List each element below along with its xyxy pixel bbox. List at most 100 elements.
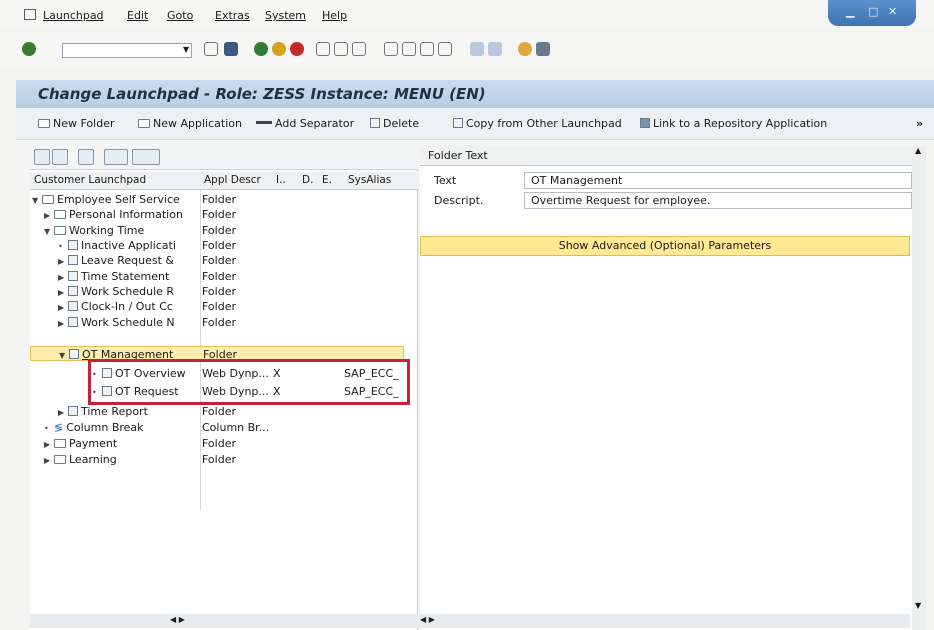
text-row: Text OT Management [420,172,914,190]
scroll-left-icon[interactable]: ◀ ▶ [170,615,185,624]
column-header-i: I.. [276,174,286,186]
tree-row[interactable]: ▶ Work Schedule R Folder [30,284,418,299]
column-break-icon: ≶ [54,421,64,434]
text-label: Text [434,174,457,187]
exit-icon[interactable] [272,42,286,56]
collapsed-arrow-icon[interactable]: ▶ [58,288,68,297]
new-application-button[interactable]: New Application [138,117,242,130]
link-icon [640,118,650,128]
folder-icon [54,439,66,448]
tree-row[interactable]: ▶ Clock-In / Out Cc Folder [30,299,418,314]
horizontal-scrollbar[interactable]: ◀ ▶ ◀ ▶ [30,614,910,628]
print-icon[interactable] [316,42,330,56]
more-button[interactable]: » [916,117,923,130]
expand-all-icon[interactable] [34,149,50,165]
folder-text-header: Folder Text [420,146,914,166]
tree-row[interactable]: ▼ Employee Self Service Folder [30,192,418,207]
tree-row[interactable]: • Inactive Applicati Folder [30,238,418,253]
find-icon[interactable] [334,42,348,56]
last-page-icon[interactable] [438,42,452,56]
new-folder-button[interactable]: New Folder [38,117,114,130]
back-icon[interactable] [254,42,268,56]
collapsed-arrow-icon[interactable]: ▶ [58,257,68,266]
tree-row[interactable]: • ≶ Column Break Column Br... [30,420,418,435]
maximize-icon[interactable]: □ [868,5,878,18]
back-arrow-icon[interactable] [204,42,218,56]
collapsed-arrow-icon[interactable]: ▶ [44,440,54,449]
copy-from-other-launchpad-button[interactable]: Copy from Other Launchpad [453,117,622,130]
descript-label: Descript. [434,194,484,207]
text-field[interactable]: OT Management [524,172,912,189]
collapsed-arrow-icon[interactable]: ▶ [58,303,68,312]
launchpad-menu-icon[interactable] [24,9,36,20]
new-folder-icon [38,119,50,128]
enter-icon[interactable] [22,42,36,56]
scroll-down-icon[interactable]: ▼ [915,601,921,610]
find-tree-icon[interactable] [78,149,94,165]
tree-row[interactable]: ▶ Time Statement Folder [30,269,418,284]
collapse-all-icon[interactable] [52,149,68,165]
print-tree-icon[interactable] [104,149,128,165]
cancel-icon[interactable] [290,42,304,56]
tree-row[interactable]: ▶ Personal Information Folder [30,207,418,222]
document-icon [68,255,78,265]
first-page-icon[interactable] [384,42,398,56]
folder-icon [54,210,66,219]
scroll-right-icon[interactable]: ◀ ▶ [420,615,435,624]
document-icon [68,286,78,296]
collapsed-arrow-icon[interactable]: ▶ [58,319,68,328]
collapsed-arrow-icon[interactable]: ▶ [58,273,68,282]
save-icon[interactable] [224,42,238,56]
close-icon[interactable]: ✕ [888,5,897,18]
shortcut-icon[interactable] [488,42,502,56]
tree-row[interactable]: ▶ Work Schedule N Folder [30,315,418,330]
bullet-icon: • [44,424,49,433]
command-field[interactable] [62,43,192,58]
tree-row[interactable]: ▶ Leave Request & Folder [30,253,418,268]
column-header-appl-descr: Appl Descr [204,174,261,186]
expanded-arrow-icon[interactable]: ▼ [32,196,42,205]
layout-icon[interactable] [536,42,550,56]
page-title: Change Launchpad - Role: ZESS Instance: … [38,85,486,103]
collapsed-arrow-icon[interactable]: ▶ [44,211,54,220]
new-application-icon [138,119,150,128]
command-dropdown-icon[interactable]: ▼ [183,45,189,54]
layout-tree-icon[interactable] [132,149,160,165]
separator-icon [256,121,272,124]
expanded-arrow-icon[interactable]: ▼ [44,227,54,236]
menu-system[interactable]: System [265,9,306,22]
window-controls: ▁ □ ✕ [828,0,916,26]
vertical-scrollbar[interactable]: ▲ ▼ [912,146,926,630]
tree-toolbar [30,146,418,170]
help-icon[interactable] [518,42,532,56]
menu-launchpad[interactable]: Launchpad [43,9,104,22]
tree-row[interactable]: ▶ Payment Folder [30,436,418,451]
folder-open-icon [54,226,66,235]
find-next-icon[interactable] [352,42,366,56]
menu-edit[interactable]: Edit [127,9,148,22]
menu-extras[interactable]: Extras [215,9,250,22]
document-icon [68,317,78,327]
bullet-icon: • [58,242,63,251]
descript-field[interactable]: Overtime Request for employee. [524,192,912,209]
add-separator-button[interactable]: Add Separator [256,117,354,130]
next-page-icon[interactable] [420,42,434,56]
tree-row[interactable]: ▶ Time Report Folder [30,404,418,419]
minimize-icon[interactable]: ▁ [846,5,854,18]
menu-help[interactable]: Help [322,9,347,22]
scroll-up-icon[interactable]: ▲ [915,146,921,155]
link-repository-application-button[interactable]: Link to a Repository Application [640,117,827,130]
previous-page-icon[interactable] [402,42,416,56]
column-header-sysalias: SysAlias [348,174,392,186]
menu-goto[interactable]: Goto [167,9,193,22]
collapsed-arrow-icon[interactable]: ▶ [44,456,54,465]
show-advanced-parameters-button[interactable]: Show Advanced (Optional) Parameters [420,236,910,256]
document-icon [68,406,78,416]
column-header-customer-launchpad: Customer Launchpad [34,174,147,186]
tree-row[interactable]: ▼ Working Time Folder [30,223,418,238]
collapsed-arrow-icon[interactable]: ▶ [58,408,68,417]
new-session-icon[interactable] [470,42,484,56]
tree-row[interactable]: ▶ Learning Folder [30,452,418,467]
delete-button[interactable]: Delete [370,117,419,130]
expanded-arrow-icon[interactable]: ▼ [59,351,69,360]
